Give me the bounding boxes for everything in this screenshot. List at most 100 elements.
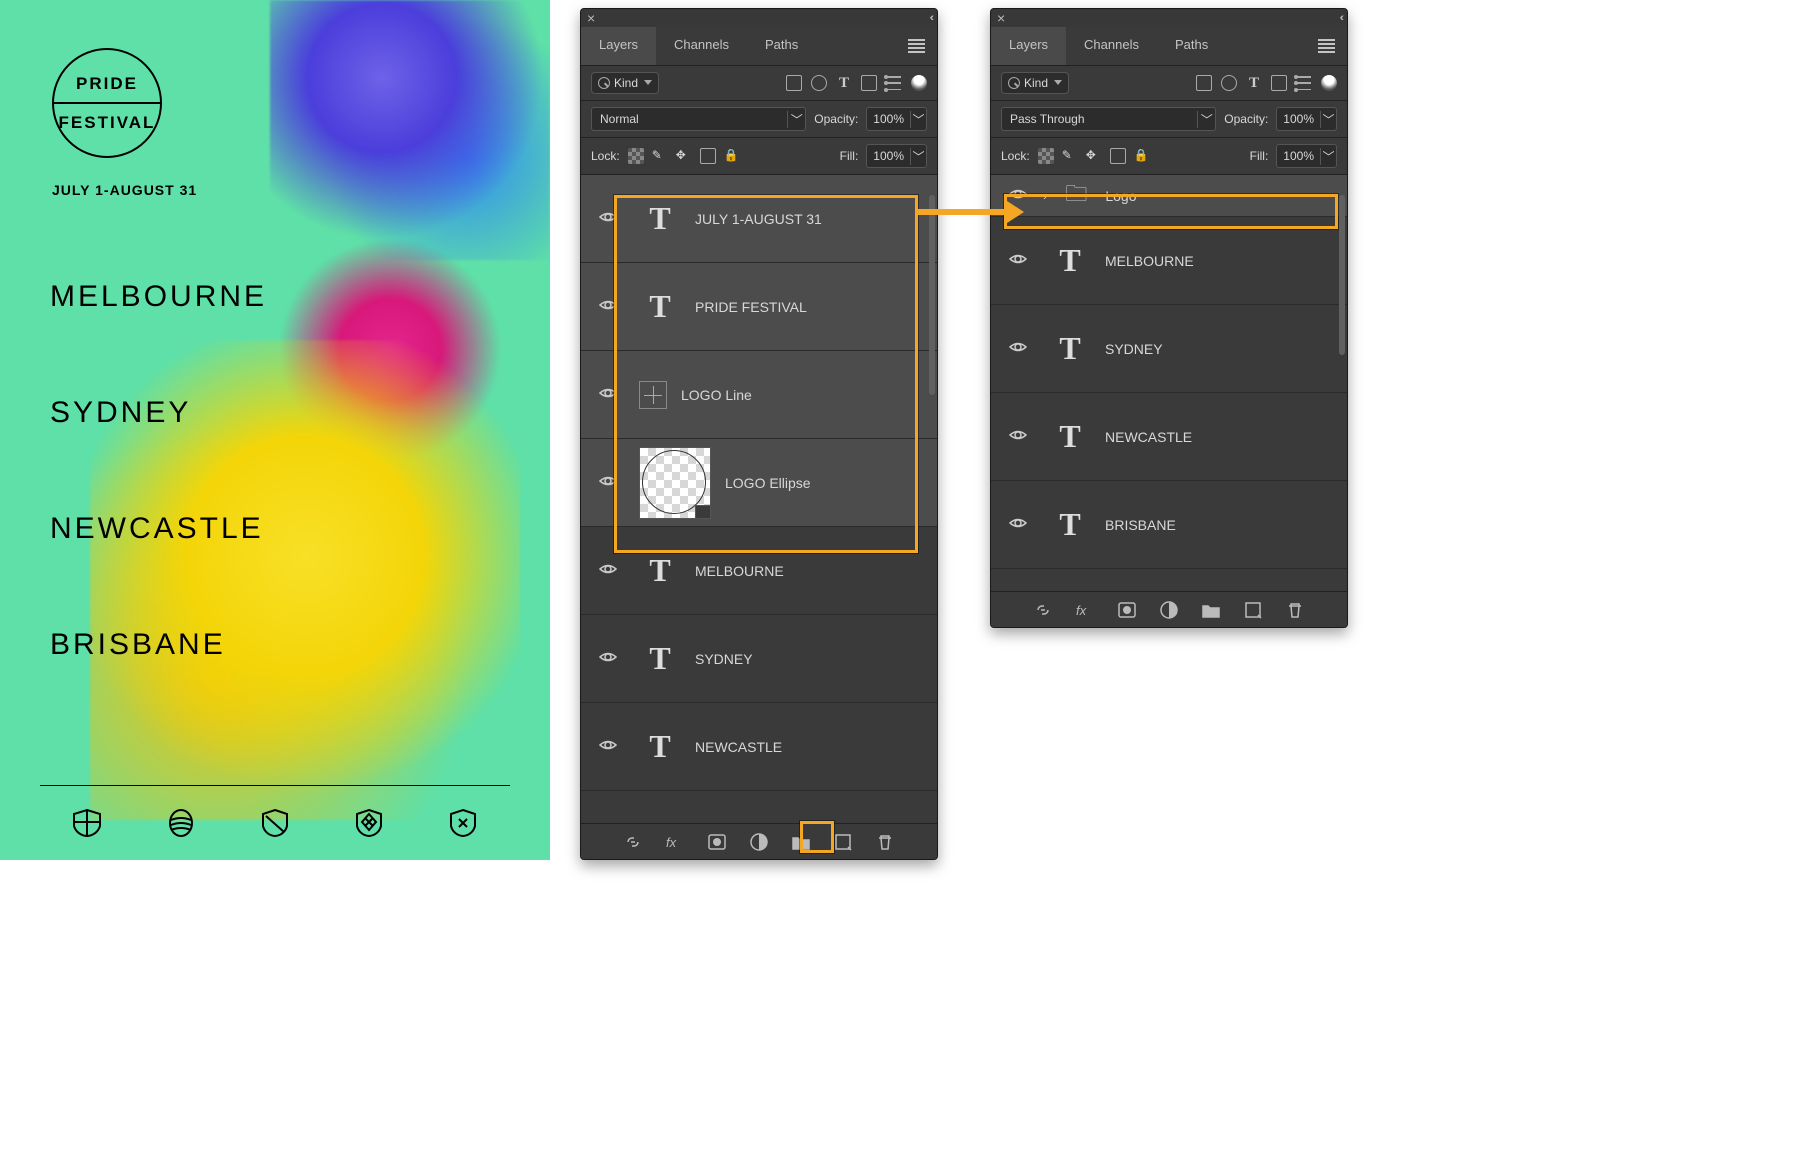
chevron-down-icon[interactable]: ﹀ <box>910 148 926 165</box>
filter-type-icon[interactable]: T <box>1246 75 1262 91</box>
layer-row[interactable]: T BRISBANE <box>991 481 1347 569</box>
layer-row[interactable]: T SYDNEY <box>581 615 937 703</box>
layer-name: JULY 1-AUGUST 31 <box>695 211 822 227</box>
filter-shape-icon[interactable] <box>1271 75 1287 91</box>
layer-row[interactable]: LOGO Line <box>581 351 937 439</box>
chevron-down-icon[interactable]: ﹀ <box>910 111 926 128</box>
layer-row[interactable]: T PRIDE FESTIVAL <box>581 263 937 351</box>
lock-artboard-icon[interactable] <box>1110 148 1126 164</box>
fill-input[interactable]: 100% ﹀ <box>866 144 927 168</box>
lock-all-icon[interactable]: 🔒 <box>1134 148 1150 164</box>
lock-pixels-icon[interactable]: ✎ <box>1062 148 1078 164</box>
tab-channels[interactable]: Channels <box>1066 27 1157 65</box>
filter-toggle-icon[interactable] <box>1321 75 1337 91</box>
mask-icon[interactable] <box>708 833 726 851</box>
tab-paths[interactable]: Paths <box>1157 27 1226 65</box>
filter-pixel-icon[interactable] <box>786 75 802 91</box>
panel-menu-icon[interactable] <box>1306 27 1347 65</box>
filter-pixel-icon[interactable] <box>1196 75 1212 91</box>
filter-kind-dropdown[interactable]: Kind <box>1001 72 1069 94</box>
visibility-toggle[interactable] <box>1001 338 1035 359</box>
tab-layers[interactable]: Layers <box>581 27 656 65</box>
visibility-toggle[interactable] <box>591 472 625 493</box>
fill-input[interactable]: 100% ﹀ <box>1276 144 1337 168</box>
chevron-down-icon[interactable]: ﹀ <box>1320 148 1336 165</box>
tab-layers[interactable]: Layers <box>991 27 1066 65</box>
layer-row[interactable]: LOGO Ellipse <box>581 439 937 527</box>
lock-pixels-icon[interactable]: ✎ <box>652 148 668 164</box>
visibility-toggle[interactable] <box>591 296 625 317</box>
layer-list: › 🗀 Logo T MELBOURNE T SYDNEY T NEWCASTL… <box>991 175 1347 569</box>
filter-kind-dropdown[interactable]: Kind <box>591 72 659 94</box>
fx-icon[interactable]: fx <box>666 833 684 851</box>
scrollbar[interactable] <box>1339 195 1345 355</box>
tab-paths[interactable]: Paths <box>747 27 816 65</box>
filter-type-icon[interactable]: T <box>836 75 852 91</box>
new-layer-icon[interactable] <box>1244 601 1262 619</box>
panel-titlebar[interactable] <box>581 9 937 27</box>
visibility-toggle[interactable] <box>1001 514 1035 535</box>
opacity-input[interactable]: 100% ﹀ <box>1276 107 1337 131</box>
visibility-toggle[interactable] <box>1001 250 1035 271</box>
expand-chevron-icon[interactable]: › <box>1043 188 1047 203</box>
text-layer-icon: T <box>639 638 681 680</box>
layer-group-row[interactable]: › 🗀 Logo <box>991 175 1347 217</box>
layer-row[interactable]: T MELBOURNE <box>581 527 937 615</box>
opacity-input[interactable]: 100% ﹀ <box>866 107 927 131</box>
lock-artboard-icon[interactable] <box>700 148 716 164</box>
fx-icon[interactable]: fx <box>1076 601 1094 619</box>
lock-position-icon[interactable]: ✥ <box>676 148 692 164</box>
panel-tabs: Layers Channels Paths <box>991 27 1347 66</box>
visibility-toggle[interactable] <box>591 208 625 229</box>
layer-name: NEWCASTLE <box>1105 429 1192 445</box>
svg-text:fx: fx <box>666 835 677 850</box>
chevron-down-icon[interactable]: ﹀ <box>1320 111 1336 128</box>
new-group-icon[interactable] <box>1202 601 1220 619</box>
blend-mode-dropdown[interactable]: Normal ﹀ <box>591 107 806 131</box>
scrollbar[interactable] <box>929 195 935 395</box>
close-icon[interactable] <box>997 10 1005 26</box>
close-icon[interactable] <box>587 10 595 26</box>
layer-row[interactable]: T NEWCASTLE <box>581 703 937 791</box>
link-layers-icon[interactable] <box>1034 601 1052 619</box>
mask-icon[interactable] <box>1118 601 1136 619</box>
collapse-icon[interactable] <box>1340 12 1341 24</box>
panel-titlebar[interactable] <box>991 9 1347 27</box>
lock-transparency-icon[interactable] <box>1038 148 1054 164</box>
layer-row[interactable]: T SYDNEY <box>991 305 1347 393</box>
layer-row[interactable]: T NEWCASTLE <box>991 393 1347 481</box>
badge-shield-diamond-icon <box>354 808 384 838</box>
adjustment-icon[interactable] <box>1160 601 1178 619</box>
visibility-toggle[interactable] <box>591 384 625 405</box>
lock-transparency-icon[interactable] <box>628 148 644 164</box>
filter-toggle-icon[interactable] <box>911 75 927 91</box>
adjustment-icon[interactable] <box>750 833 768 851</box>
arrow-annotation-head <box>1004 199 1024 225</box>
panel-menu-icon[interactable] <box>896 27 937 65</box>
delete-icon[interactable] <box>876 833 894 851</box>
visibility-toggle[interactable] <box>1001 426 1035 447</box>
layer-row[interactable]: T MELBOURNE <box>991 217 1347 305</box>
visibility-toggle[interactable] <box>591 648 625 669</box>
collapse-icon[interactable] <box>930 12 931 24</box>
lock-position-icon[interactable]: ✥ <box>1086 148 1102 164</box>
tab-channels[interactable]: Channels <box>656 27 747 65</box>
link-layers-icon[interactable] <box>624 833 642 851</box>
new-layer-icon[interactable] <box>834 833 852 851</box>
lock-all-icon[interactable]: 🔒 <box>724 148 740 164</box>
filter-smartobject-icon[interactable] <box>1296 75 1312 91</box>
delete-icon[interactable] <box>1286 601 1304 619</box>
new-group-icon[interactable] <box>792 833 810 851</box>
layer-row[interactable]: T JULY 1-AUGUST 31 <box>581 175 937 263</box>
filter-adjustment-icon[interactable] <box>811 75 827 91</box>
filter-adjustment-icon[interactable] <box>1221 75 1237 91</box>
blend-mode-dropdown[interactable]: Pass Through ﹀ <box>1001 107 1216 131</box>
poster-cities: MELBOURNE SYDNEY NEWCASTLE BRISBANE <box>50 280 267 744</box>
visibility-toggle[interactable] <box>591 736 625 757</box>
filter-smartobject-icon[interactable] <box>886 75 902 91</box>
visibility-toggle[interactable] <box>591 560 625 581</box>
panel-footer: fx <box>991 591 1347 627</box>
layer-name: LOGO Ellipse <box>725 475 811 491</box>
filter-shape-icon[interactable] <box>861 75 877 91</box>
badge-shield-stripe-icon <box>260 808 290 838</box>
